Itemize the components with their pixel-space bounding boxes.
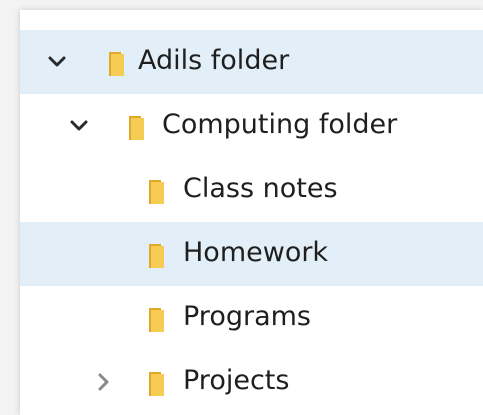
tree-item-projects[interactable]: Projects [20, 350, 483, 414]
tree-item-computing-folder[interactable]: Computing folder [20, 94, 483, 158]
tree-item-label: Programs [183, 301, 311, 332]
folder-icon [149, 308, 164, 332]
folder-icon [149, 372, 164, 396]
chevron-down-icon[interactable] [70, 117, 88, 135]
chevron-right-icon[interactable] [94, 373, 112, 391]
chevron-down-icon[interactable] [48, 53, 66, 71]
tree-item-homework[interactable]: Homework [20, 222, 483, 286]
tree-item-label: Homework [183, 237, 329, 268]
folder-icon [149, 244, 164, 268]
folder-icon [109, 52, 124, 76]
tree-item-programs[interactable]: Programs [20, 286, 483, 350]
tree-item-adils-folder[interactable]: Adils folder [20, 30, 483, 94]
tree-item-class-notes[interactable]: Class notes [20, 158, 483, 222]
tree-item-label: Adils folder [138, 45, 290, 76]
folder-icon [149, 180, 164, 204]
tree-item-label: Projects [183, 365, 290, 396]
folder-tree-panel: Adils folder Computing folder Class note… [20, 10, 483, 415]
folder-icon [129, 116, 144, 140]
tree-item-label: Class notes [183, 173, 338, 204]
tree-item-label: Computing folder [162, 109, 398, 140]
